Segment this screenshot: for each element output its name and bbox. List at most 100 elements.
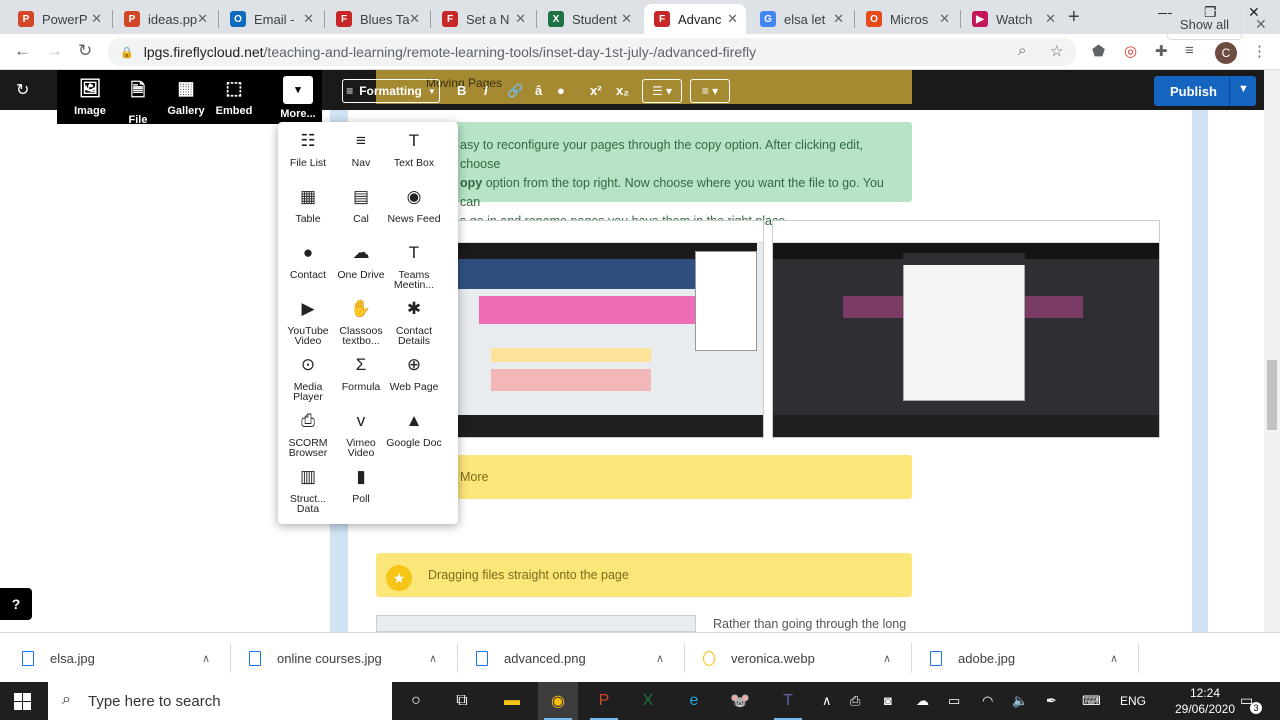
new-tab-button[interactable]: + bbox=[1068, 6, 1080, 29]
tab-close-icon[interactable]: ✕ bbox=[515, 11, 526, 27]
tab-close-icon[interactable]: ✕ bbox=[303, 11, 314, 27]
more-item-table[interactable]: ▦ Table bbox=[280, 184, 336, 224]
download-item[interactable]: veronica.webp ∧ bbox=[703, 633, 903, 683]
tab-close-icon[interactable]: ✕ bbox=[91, 11, 102, 27]
download-chevron-icon[interactable]: ∧ bbox=[202, 652, 210, 665]
windows-start-icon[interactable] bbox=[14, 693, 31, 710]
tab-2[interactable]: O Email - ✕ bbox=[220, 4, 322, 34]
task-view-icon[interactable]: ⧉ bbox=[442, 682, 482, 720]
volume-icon[interactable]: 🔈 bbox=[1012, 693, 1028, 709]
more-item-vimeo-video[interactable]: v Vimeo Video bbox=[333, 408, 389, 458]
more-item-nav[interactable]: ≡ Nav bbox=[333, 128, 389, 168]
mouse-app-icon[interactable]: 🐭 bbox=[720, 682, 760, 720]
tab-close-icon[interactable]: ✕ bbox=[727, 11, 738, 27]
tab-9[interactable]: ▶ Watch ✕ bbox=[962, 4, 1064, 34]
pen-icon[interactable]: ✒ bbox=[1046, 693, 1057, 709]
more-item-google-doc[interactable]: ▲ Google Doc bbox=[386, 408, 442, 448]
powerpoint-taskbar-icon[interactable]: P bbox=[584, 682, 624, 720]
tray-teams-icon[interactable]: ◙ bbox=[884, 693, 892, 708]
forward-arrow-icon[interactable]: → bbox=[46, 41, 63, 61]
media-control-icon[interactable]: ≡ bbox=[1185, 42, 1194, 59]
more-item-text-box[interactable]: T Text Box bbox=[386, 128, 442, 168]
address-bar[interactable]: 🔒 lpgs.fireflycloud.net/teaching-and-lea… bbox=[108, 38, 1076, 66]
excel-taskbar-icon[interactable]: X bbox=[628, 682, 668, 720]
more-item-formula[interactable]: Σ Formula bbox=[333, 352, 389, 392]
color-wheel-icon[interactable]: ● bbox=[557, 83, 565, 98]
italic-icon[interactable]: I bbox=[484, 83, 488, 98]
profile-avatar[interactable]: C bbox=[1215, 42, 1237, 64]
tab-0[interactable]: P PowerP ✕ bbox=[8, 4, 110, 34]
align-dropdown[interactable]: ≡ ▾ bbox=[690, 79, 730, 103]
download-chevron-icon[interactable]: ∧ bbox=[656, 652, 664, 665]
tab-close-icon[interactable]: ✕ bbox=[1045, 11, 1056, 27]
download-item[interactable]: advanced.png ∧ bbox=[476, 633, 676, 683]
embed-button[interactable]: ⬚ Embed bbox=[210, 70, 258, 124]
menu-kebab-icon[interactable]: ⋮ bbox=[1252, 42, 1267, 60]
onedrive-tray-icon[interactable]: ☁ bbox=[916, 693, 929, 709]
download-chevron-icon[interactable]: ∧ bbox=[883, 652, 891, 665]
more-item-poll[interactable]: ▮ Poll bbox=[333, 464, 389, 504]
tab-close-icon[interactable]: ✕ bbox=[621, 11, 632, 27]
tab-1[interactable]: Pideas.pp ✕ bbox=[114, 4, 216, 34]
cortana-icon[interactable]: ○ bbox=[396, 682, 436, 720]
subscript-icon[interactable]: x₂ bbox=[616, 83, 629, 98]
tab-close-icon[interactable]: ✕ bbox=[409, 11, 420, 27]
bookmark-star-icon[interactable]: ☆ bbox=[1050, 42, 1063, 60]
superscript-icon[interactable]: x² bbox=[590, 83, 602, 98]
more-item-contact-details[interactable]: ✱ Contact Details bbox=[386, 296, 442, 346]
publish-chevron-icon[interactable]: ▼ bbox=[1238, 83, 1249, 95]
chrome-icon[interactable]: ◉ bbox=[538, 682, 578, 720]
tab-close-icon[interactable]: ✕ bbox=[939, 11, 950, 27]
more-item-file-list[interactable]: ☷ File List bbox=[280, 128, 336, 168]
download-item[interactable]: adobe.jpg ∧ bbox=[930, 633, 1130, 683]
clock[interactable]: 12:24 29/06/2020 bbox=[1170, 685, 1240, 717]
more-item-classoos-textbo[interactable]: ✋ Classoos textbo... bbox=[333, 296, 389, 346]
extension-shield-icon[interactable]: ⬟ bbox=[1092, 42, 1105, 60]
link-icon[interactable]: 🔗 bbox=[507, 83, 523, 99]
language-indicator[interactable]: ENG bbox=[1120, 694, 1146, 708]
bold-icon[interactable]: B bbox=[457, 83, 466, 98]
taskbar-search[interactable]: ⌕ Type here to search bbox=[48, 682, 392, 720]
formatting-dropdown[interactable]: ≡ Formatting ▼ bbox=[342, 79, 440, 103]
tab-close-icon[interactable]: ✕ bbox=[197, 11, 208, 27]
reload-icon[interactable]: ↻ bbox=[78, 41, 92, 61]
more-item-scorm-browser[interactable]: ⎙ SCORM Browser bbox=[280, 408, 336, 458]
more-button[interactable]: ▾ More... bbox=[278, 70, 318, 124]
more-item-media-player[interactable]: ⊙ Media Player bbox=[280, 352, 336, 402]
back-arrow-icon[interactable]: ← bbox=[14, 41, 31, 61]
more-item-web-page[interactable]: ⊕ Web Page bbox=[386, 352, 442, 392]
gallery-button[interactable]: ▦ Gallery bbox=[162, 70, 210, 124]
edge-icon[interactable]: e bbox=[674, 682, 714, 720]
tab-5[interactable]: X Student ✕ bbox=[538, 4, 640, 34]
download-chevron-icon[interactable]: ∧ bbox=[429, 652, 437, 665]
zoom-search-icon[interactable]: ⌕ bbox=[1018, 42, 1026, 59]
special-char-icon[interactable]: â bbox=[535, 83, 542, 98]
file-button[interactable]: 🗎 File bbox=[114, 70, 162, 126]
download-item[interactable]: online courses.jpg ∧ bbox=[249, 633, 449, 683]
battery-icon[interactable]: ▭ bbox=[948, 693, 960, 709]
extension-target-icon[interactable]: ◎ bbox=[1124, 42, 1137, 60]
tab-8[interactable]: O Micros ✕ bbox=[856, 4, 958, 34]
tab-6[interactable]: F Advanc ✕ bbox=[644, 4, 746, 34]
download-chevron-icon[interactable]: ∧ bbox=[1110, 652, 1118, 665]
download-item[interactable]: elsa.jpg ∧ bbox=[22, 633, 222, 683]
help-button[interactable]: ? bbox=[0, 588, 32, 620]
keyboard-icon[interactable]: ⌨ bbox=[1082, 693, 1101, 709]
undo-icon[interactable]: ↻ bbox=[16, 80, 29, 100]
more-item-contact[interactable]: ● Contact bbox=[280, 240, 336, 280]
page-scrollbar[interactable] bbox=[1264, 70, 1280, 632]
file-explorer-icon[interactable]: ▬ bbox=[492, 682, 532, 720]
list-dropdown[interactable]: ☰ ▾ bbox=[642, 79, 682, 103]
tray-chevron-icon[interactable]: ∧ bbox=[822, 693, 832, 709]
more-item-cal[interactable]: ▤ Cal bbox=[333, 184, 389, 224]
close-downloads-icon[interactable]: ✕ bbox=[1255, 16, 1267, 33]
more-item-news-feed[interactable]: ◉ News Feed bbox=[386, 184, 442, 224]
more-item-struct-data[interactable]: ▥ Struct... Data bbox=[280, 464, 336, 514]
scrollbar-thumb[interactable] bbox=[1267, 360, 1277, 430]
more-item-youtube-video[interactable]: ▶ YouTube Video bbox=[280, 296, 336, 346]
more-item-one-drive[interactable]: ☁ One Drive bbox=[333, 240, 389, 280]
tab-7[interactable]: Gelsa let ✕ bbox=[750, 4, 852, 34]
image-button[interactable]: 🖼 Image bbox=[66, 70, 114, 124]
show-all-button[interactable]: Show all bbox=[1167, 10, 1242, 40]
tray-printer-icon[interactable]: ⎙ bbox=[850, 693, 860, 709]
